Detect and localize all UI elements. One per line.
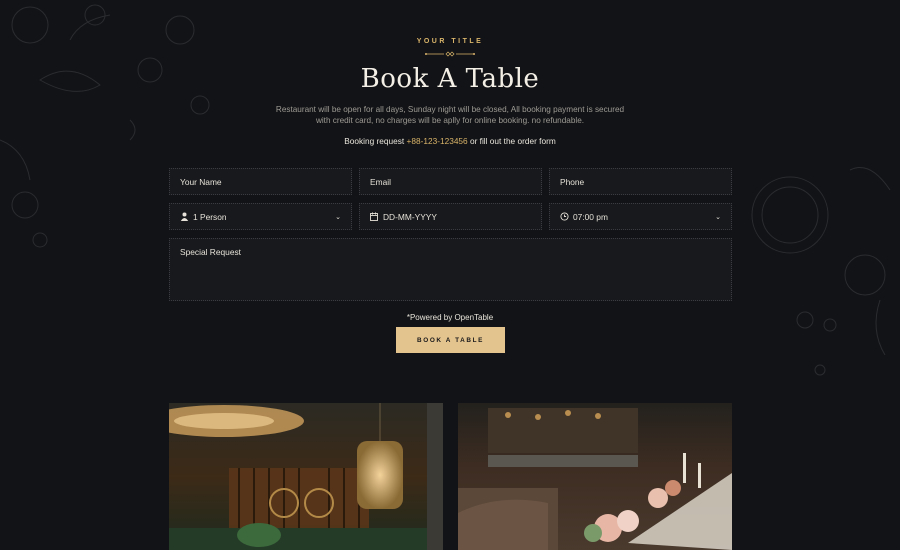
restaurant-interior-image: [169, 403, 443, 550]
persons-value: 1 Person: [193, 211, 227, 222]
booking-description: Restaurant will be open for all days, Su…: [275, 105, 625, 125]
section-eyebrow: YOUR TITLE: [416, 38, 484, 45]
ornament-divider-icon: [425, 51, 475, 57]
special-request-textarea[interactable]: Special Request: [169, 238, 732, 301]
date-value: DD-MM-YYYY: [383, 211, 437, 222]
restaurant-interior-photo: [169, 403, 443, 550]
booking-request-prefix: Booking request: [344, 136, 407, 146]
time-select[interactable]: 07:00 pm ⌄: [549, 203, 732, 230]
phone-placeholder: Phone: [560, 176, 585, 187]
chevron-down-icon: ⌄: [715, 213, 721, 221]
date-input[interactable]: DD-MM-YYYY: [359, 203, 542, 230]
user-icon: [180, 212, 189, 221]
phone-input[interactable]: Phone: [549, 168, 732, 195]
book-table-button[interactable]: BOOK A TABLE: [396, 327, 505, 353]
powered-by-text: *Powered by OpenTable: [406, 313, 494, 322]
booking-request-suffix: or fill out the order form: [467, 136, 556, 146]
restaurant-dining-image: [458, 403, 732, 550]
booking-phone-link[interactable]: +88-123-123456: [407, 136, 468, 146]
email-placeholder: Email: [370, 176, 391, 187]
restaurant-dining-photo: [458, 403, 732, 550]
time-value: 07:00 pm: [573, 211, 608, 222]
clock-icon: [560, 212, 569, 221]
section-header: YOUR TITLE Book A Table Restaurant will …: [0, 38, 900, 146]
booking-request-line: Booking request +88-123-123456 or fill o…: [0, 136, 900, 146]
email-input[interactable]: Email: [359, 168, 542, 195]
chevron-down-icon: ⌄: [335, 213, 341, 221]
page-title: Book A Table: [360, 64, 540, 94]
special-request-placeholder: Special Request: [180, 247, 241, 257]
calendar-icon: [370, 212, 379, 221]
name-placeholder: Your Name: [180, 176, 222, 187]
persons-select[interactable]: 1 Person ⌄: [169, 203, 352, 230]
name-input[interactable]: Your Name: [169, 168, 352, 195]
